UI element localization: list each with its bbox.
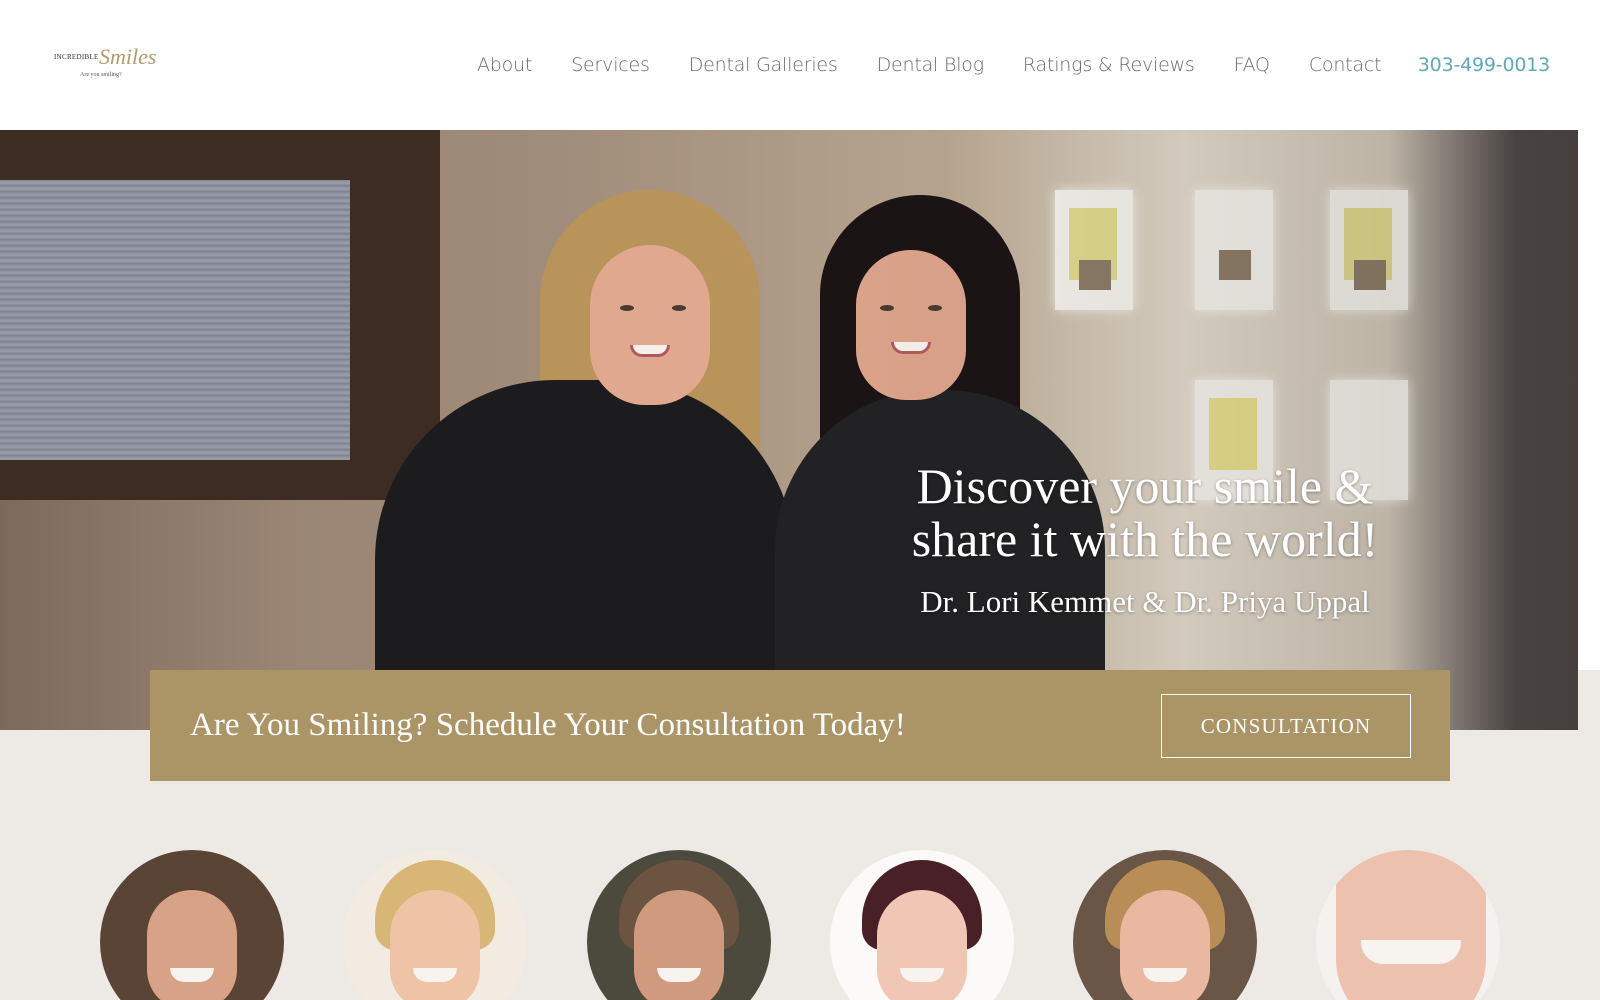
gallery-photo-1[interactable] — [100, 850, 284, 1000]
consultation-cta-bar: Are You Smiling? Schedule Your Consultat… — [150, 670, 1450, 781]
gallery-photo-3[interactable] — [587, 850, 771, 1000]
logo-tagline: Are you smiling? — [80, 72, 122, 78]
gallery-photo-2[interactable] — [343, 850, 527, 1000]
hero-subtitle: Dr. Lori Kemmet & Dr. Priya Uppal — [920, 584, 1370, 619]
nav-item-faq[interactable]: FAQ — [1234, 54, 1270, 76]
consultation-button[interactable]: CONSULTATION — [1161, 694, 1411, 758]
nav-item-ratings-reviews[interactable]: Ratings & Reviews — [1023, 54, 1195, 76]
side-scroll-area — [1578, 130, 1600, 670]
site-logo[interactable]: INCREDIBLE Smiles Are you smiling? — [52, 44, 162, 84]
hero-text-block: Discover your smile & share it with the … — [880, 460, 1410, 620]
hero-title: Discover your smile & share it with the … — [880, 460, 1410, 566]
gallery-photo-6[interactable] — [1316, 850, 1500, 1000]
site-header: INCREDIBLE Smiles Are you smiling? About… — [0, 0, 1600, 130]
logo-word-incredible: INCREDIBLE — [54, 53, 99, 61]
gallery-photo-4[interactable] — [830, 850, 1014, 1000]
smile-gallery-row — [0, 850, 1600, 1000]
hero-title-line-2: share it with the world! — [911, 511, 1379, 567]
nav-item-services[interactable]: Services — [571, 54, 650, 76]
nav-item-contact[interactable]: Contact — [1309, 54, 1382, 76]
nav-item-dental-blog[interactable]: Dental Blog — [877, 54, 985, 76]
phone-link[interactable]: 303-499-0013 — [1418, 50, 1550, 80]
nav-item-about[interactable]: About — [477, 54, 532, 76]
cta-text: Are You Smiling? Schedule Your Consultat… — [190, 707, 906, 743]
main-nav: About Services Dental Galleries Dental B… — [477, 50, 1382, 80]
nav-item-dental-galleries[interactable]: Dental Galleries — [689, 54, 838, 76]
hero-title-line-1: Discover your smile & — [916, 458, 1374, 514]
gallery-photo-5[interactable] — [1073, 850, 1257, 1000]
logo-word-smiles: Smiles — [99, 44, 157, 69]
hero-banner: Discover your smile & share it with the … — [0, 130, 1578, 730]
